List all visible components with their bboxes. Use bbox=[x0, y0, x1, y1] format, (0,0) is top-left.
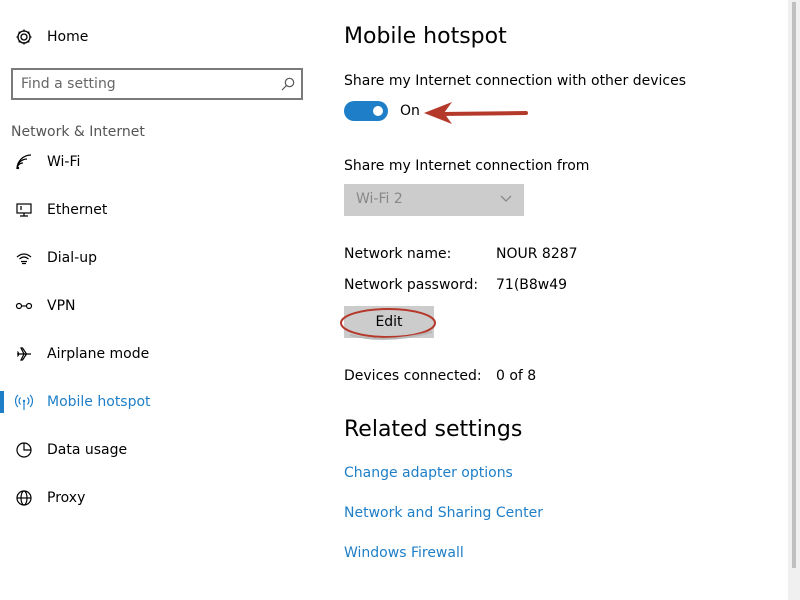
sidebar-item-label: Wi-Fi bbox=[47, 154, 81, 170]
edit-button[interactable]: Edit bbox=[344, 306, 434, 338]
search-icon[interactable] bbox=[281, 77, 295, 91]
search-box bbox=[11, 68, 303, 100]
share-from-value: Wi-Fi 2 bbox=[356, 191, 403, 207]
devices-connected-value: 0 of 8 bbox=[496, 368, 537, 384]
hotspot-icon bbox=[15, 394, 33, 410]
airplane-icon bbox=[16, 347, 31, 361]
toggle-state-label: On bbox=[400, 103, 420, 119]
sidebar-item-airplane-mode[interactable]: Airplane mode bbox=[0, 334, 312, 374]
section-label: Network & Internet bbox=[11, 124, 145, 140]
sidebar-item-label: Proxy bbox=[47, 490, 86, 506]
toggle-knob bbox=[373, 106, 383, 116]
change-adapter-options-link[interactable]: Change adapter options bbox=[344, 465, 513, 481]
sidebar-item-label: VPN bbox=[47, 298, 76, 314]
chevron-down-icon bbox=[500, 195, 512, 202]
related-settings-title: Related settings bbox=[344, 417, 523, 442]
network-password-label: Network password: bbox=[344, 277, 479, 293]
active-indicator bbox=[0, 391, 4, 413]
network-name-label: Network name: bbox=[344, 246, 452, 262]
dialup-icon bbox=[16, 253, 32, 265]
scrollbar[interactable] bbox=[788, 0, 800, 600]
home-label: Home bbox=[47, 29, 89, 45]
network-sharing-center-link[interactable]: Network and Sharing Center bbox=[344, 505, 543, 521]
sidebar-item-label: Ethernet bbox=[47, 202, 108, 218]
sidebar: Home Network & Internet Wi-Fi bbox=[0, 0, 312, 600]
sidebar-item-vpn[interactable]: VPN bbox=[0, 286, 312, 326]
data-usage-icon bbox=[16, 442, 32, 458]
scrollbar-thumb[interactable] bbox=[792, 2, 796, 568]
main-content: Mobile hotspot Share my Internet connect… bbox=[344, 0, 784, 600]
network-password-value: 71(B8w49 bbox=[496, 277, 568, 293]
sidebar-item-label: Dial-up bbox=[47, 250, 97, 266]
sidebar-item-ethernet[interactable]: Ethernet bbox=[0, 190, 312, 230]
network-name-value: NOUR 8287 bbox=[496, 246, 578, 262]
gear-icon bbox=[16, 29, 32, 45]
windows-firewall-link[interactable]: Windows Firewall bbox=[344, 545, 464, 561]
page-title: Mobile hotspot bbox=[344, 24, 507, 49]
sidebar-item-dialup[interactable]: Dial-up bbox=[0, 238, 312, 278]
sidebar-item-proxy[interactable]: Proxy bbox=[0, 478, 312, 518]
devices-connected-label: Devices connected: bbox=[344, 368, 482, 384]
wifi-icon bbox=[16, 154, 32, 170]
sidebar-item-label: Mobile hotspot bbox=[47, 394, 151, 410]
search-input[interactable] bbox=[21, 75, 271, 93]
sidebar-item-mobile-hotspot[interactable]: Mobile hotspot bbox=[0, 382, 312, 422]
sidebar-item-label: Data usage bbox=[47, 442, 128, 458]
hotspot-toggle[interactable] bbox=[344, 101, 388, 121]
ethernet-icon bbox=[16, 203, 32, 217]
sidebar-item-data-usage[interactable]: Data usage bbox=[0, 430, 312, 470]
vpn-icon bbox=[15, 302, 33, 310]
share-from-label: Share my Internet connection from bbox=[344, 158, 590, 174]
annotation-arrow-icon bbox=[424, 102, 528, 124]
home-nav[interactable]: Home bbox=[14, 26, 88, 48]
sidebar-item-label: Airplane mode bbox=[47, 346, 150, 362]
globe-icon bbox=[16, 490, 32, 506]
sidebar-item-wifi[interactable]: Wi-Fi bbox=[0, 142, 312, 182]
share-from-dropdown[interactable]: Wi-Fi 2 bbox=[344, 184, 524, 216]
share-connection-label: Share my Internet connection with other … bbox=[344, 73, 687, 89]
